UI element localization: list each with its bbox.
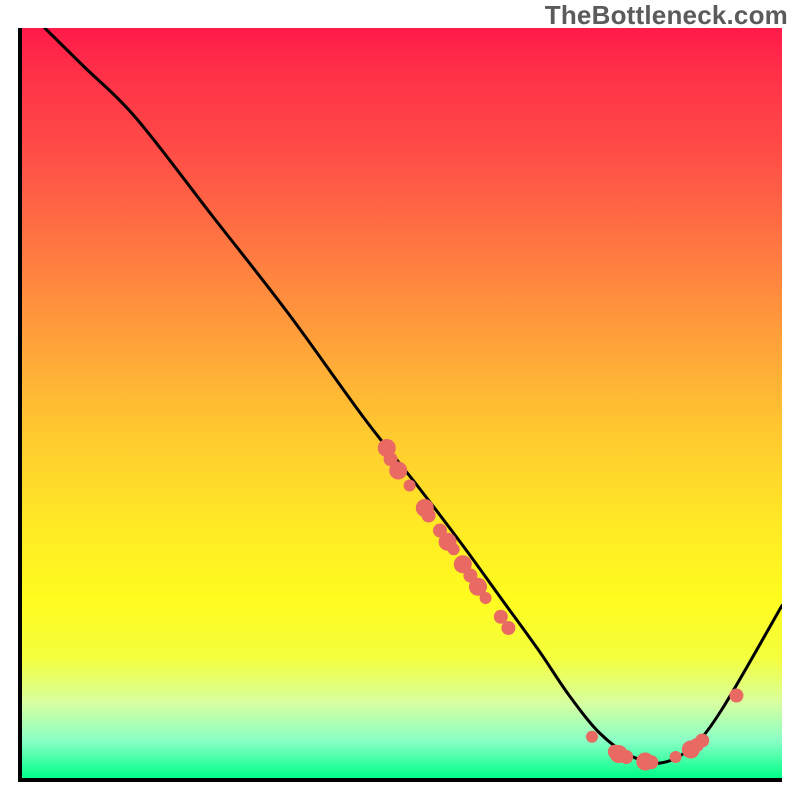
data-marker bbox=[644, 755, 658, 769]
data-marker bbox=[448, 543, 460, 555]
curve-markers bbox=[378, 439, 744, 771]
data-marker bbox=[695, 734, 709, 748]
data-marker bbox=[586, 731, 598, 743]
plot-area bbox=[18, 28, 782, 782]
chart-canvas: TheBottleneck.com bbox=[0, 0, 800, 800]
data-marker bbox=[729, 689, 743, 703]
data-marker bbox=[480, 592, 492, 604]
data-marker bbox=[501, 621, 515, 635]
data-marker bbox=[619, 750, 633, 764]
data-marker bbox=[389, 462, 407, 480]
data-marker bbox=[404, 480, 416, 492]
data-marker bbox=[670, 751, 682, 763]
bottleneck-curve bbox=[45, 28, 782, 763]
watermark-text: TheBottleneck.com bbox=[545, 0, 788, 31]
data-marker bbox=[422, 509, 436, 523]
curve-svg bbox=[22, 28, 782, 778]
